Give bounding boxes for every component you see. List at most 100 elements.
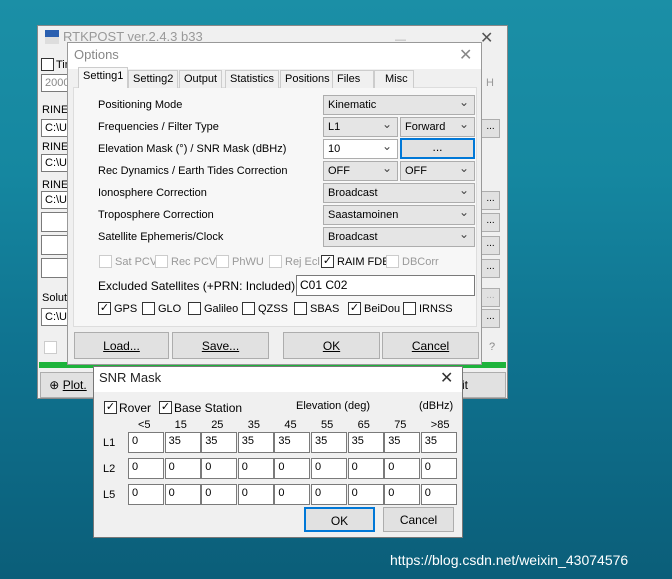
system-checkbox[interactable] xyxy=(294,302,307,315)
snr-cell-input[interactable]: 0 xyxy=(164,458,201,479)
snr-cell-input[interactable]: 0 xyxy=(311,458,347,479)
option-checkbox[interactable] xyxy=(155,255,168,268)
snr-cell-input[interactable]: 35 xyxy=(311,432,347,453)
snr-cell-input[interactable]: 0 xyxy=(201,458,238,479)
snr-cell-input[interactable]: 0 xyxy=(237,458,274,479)
rover-label: Rover xyxy=(119,401,152,415)
time-start-checkbox[interactable] xyxy=(41,58,54,71)
snr-cell-input[interactable]: 0 xyxy=(164,484,201,505)
rover-checkbox[interactable]: ✓ xyxy=(104,401,117,414)
ok-button[interactable]: OK xyxy=(283,332,380,359)
option-checkbox[interactable] xyxy=(99,255,112,268)
setting-dropdown[interactable]: OFF xyxy=(323,161,398,181)
tab-output[interactable]: Output xyxy=(179,70,223,88)
snr-cell-input[interactable]: 35 xyxy=(347,432,384,453)
setting-dropdown[interactable]: L1 xyxy=(323,117,398,137)
option-checkbox[interactable] xyxy=(216,255,229,268)
snr-cell-input[interactable]: 0 xyxy=(384,484,421,505)
help-button[interactable]: ? xyxy=(489,341,495,353)
snr-cell-input[interactable]: 35 xyxy=(274,432,311,453)
snr-cell-input[interactable]: 0 xyxy=(274,484,311,505)
elevation-col-header: 15 xyxy=(174,419,187,431)
base-station-label: Base Station xyxy=(174,401,243,415)
snr-cell-input[interactable]: 35 xyxy=(201,432,238,453)
main-close[interactable]: ✕ xyxy=(480,28,493,48)
save-button[interactable]: Save... xyxy=(172,332,269,359)
option-checkbox[interactable] xyxy=(44,341,57,354)
system-label: Galileo xyxy=(204,303,239,315)
snr-ok-button[interactable]: OK xyxy=(304,507,375,532)
system-label: QZSS xyxy=(258,303,288,315)
base-station-checkbox[interactable]: ✓ xyxy=(159,401,172,414)
snr-cell-input[interactable]: 0 xyxy=(347,458,384,479)
tab-misc[interactable]: Misc xyxy=(374,70,414,88)
snr-cell-input[interactable]: 0 xyxy=(420,458,457,479)
system-checkbox[interactable] xyxy=(188,302,201,315)
tab-setting1[interactable]: Setting1 xyxy=(78,67,129,88)
snr-cell-input[interactable]: 0 xyxy=(128,458,164,479)
browse-button[interactable]: ... xyxy=(481,236,500,255)
option-label: PhWU xyxy=(232,256,264,268)
freq-row-label: L2 xyxy=(103,463,116,475)
system-checkbox[interactable] xyxy=(403,302,416,315)
freq-row-label: L1 xyxy=(103,437,116,449)
setting-dropdown[interactable]: 10 xyxy=(323,139,398,159)
system-checkbox[interactable]: ✓ xyxy=(348,302,361,315)
setting-dropdown[interactable]: Broadcast xyxy=(323,227,475,247)
elevation-col-header: 35 xyxy=(247,419,261,431)
tab-files[interactable]: Files xyxy=(332,70,374,88)
browse-button[interactable]: ... xyxy=(481,213,500,232)
snr-cell-input[interactable]: 35 xyxy=(384,432,421,453)
plot-button[interactable]: ⊕ Plot. xyxy=(40,372,96,398)
option-label: RAIM FDE xyxy=(337,256,390,268)
setting-dropdown[interactable]: Broadcast xyxy=(323,183,475,203)
snr-cell-input[interactable]: 35 xyxy=(237,432,274,453)
setting-dropdown[interactable]: Kinematic xyxy=(323,95,475,115)
system-label: GPS xyxy=(114,303,138,315)
tab-setting2[interactable]: Setting2 xyxy=(128,70,179,88)
elevation-col-header: >85 xyxy=(430,419,450,431)
browse-button[interactable]: ... xyxy=(481,119,500,138)
snr-cell-input[interactable]: 0 xyxy=(347,484,384,505)
load-button[interactable]: Load... xyxy=(74,332,169,359)
snr-cell-input[interactable]: 0 xyxy=(311,484,347,505)
snr-cell-input[interactable]: 0 xyxy=(420,484,457,505)
system-checkbox[interactable] xyxy=(142,302,155,315)
option-checkbox[interactable]: ✓ xyxy=(321,255,334,268)
snr-cell-input[interactable]: 0 xyxy=(128,432,164,453)
setting-dropdown[interactable]: Saastamoinen xyxy=(323,205,475,225)
browse-button[interactable]: ... xyxy=(481,309,500,328)
cancel-button[interactable]: Cancel xyxy=(382,332,479,359)
excluded-satellites-input[interactable]: C01 C02 xyxy=(296,275,475,296)
browse-button[interactable]: ... xyxy=(481,288,500,307)
snr-cell-input[interactable]: 0 xyxy=(237,484,274,505)
snr-mask-button[interactable]: ... xyxy=(400,138,475,159)
options-close-icon[interactable]: ✕ xyxy=(459,45,472,65)
snr-cell-input[interactable]: 35 xyxy=(420,432,457,453)
tab-statistics[interactable]: Statistics xyxy=(225,70,280,88)
elevation-col-header: <5 xyxy=(138,419,151,431)
snr-cell-input[interactable]: 0 xyxy=(274,458,311,479)
options-title: Options xyxy=(74,47,119,62)
snr-close-icon[interactable]: ✕ xyxy=(440,368,453,388)
setting-dropdown[interactable]: Forward xyxy=(400,117,475,137)
snr-title: SNR Mask xyxy=(99,370,162,385)
snr-cell-input[interactable]: 0 xyxy=(201,484,238,505)
watermark: https://blog.csdn.net/weixin_43074576 xyxy=(390,552,629,568)
h-label: H xyxy=(486,77,494,89)
system-checkbox[interactable] xyxy=(242,302,255,315)
option-checkbox[interactable] xyxy=(269,255,282,268)
snr-cancel-button[interactable]: Cancel xyxy=(383,507,454,532)
snr-cell-input[interactable]: 0 xyxy=(384,458,421,479)
browse-button[interactable]: ... xyxy=(481,191,500,210)
unit-label: (dBHz) xyxy=(419,400,454,412)
option-checkbox[interactable] xyxy=(386,255,399,268)
system-checkbox[interactable]: ✓ xyxy=(98,302,111,315)
setting-dropdown[interactable]: OFF xyxy=(400,161,475,181)
snr-cell-input[interactable]: 35 xyxy=(164,432,201,453)
snr-cell-input[interactable]: 0 xyxy=(128,484,164,505)
tab-positions[interactable]: Positions xyxy=(280,70,335,88)
browse-button[interactable]: ... xyxy=(481,259,500,278)
setting-label: Elevation Mask (°) / SNR Mask (dBHz) xyxy=(98,143,287,155)
elevation-col-header: 25 xyxy=(211,419,224,431)
